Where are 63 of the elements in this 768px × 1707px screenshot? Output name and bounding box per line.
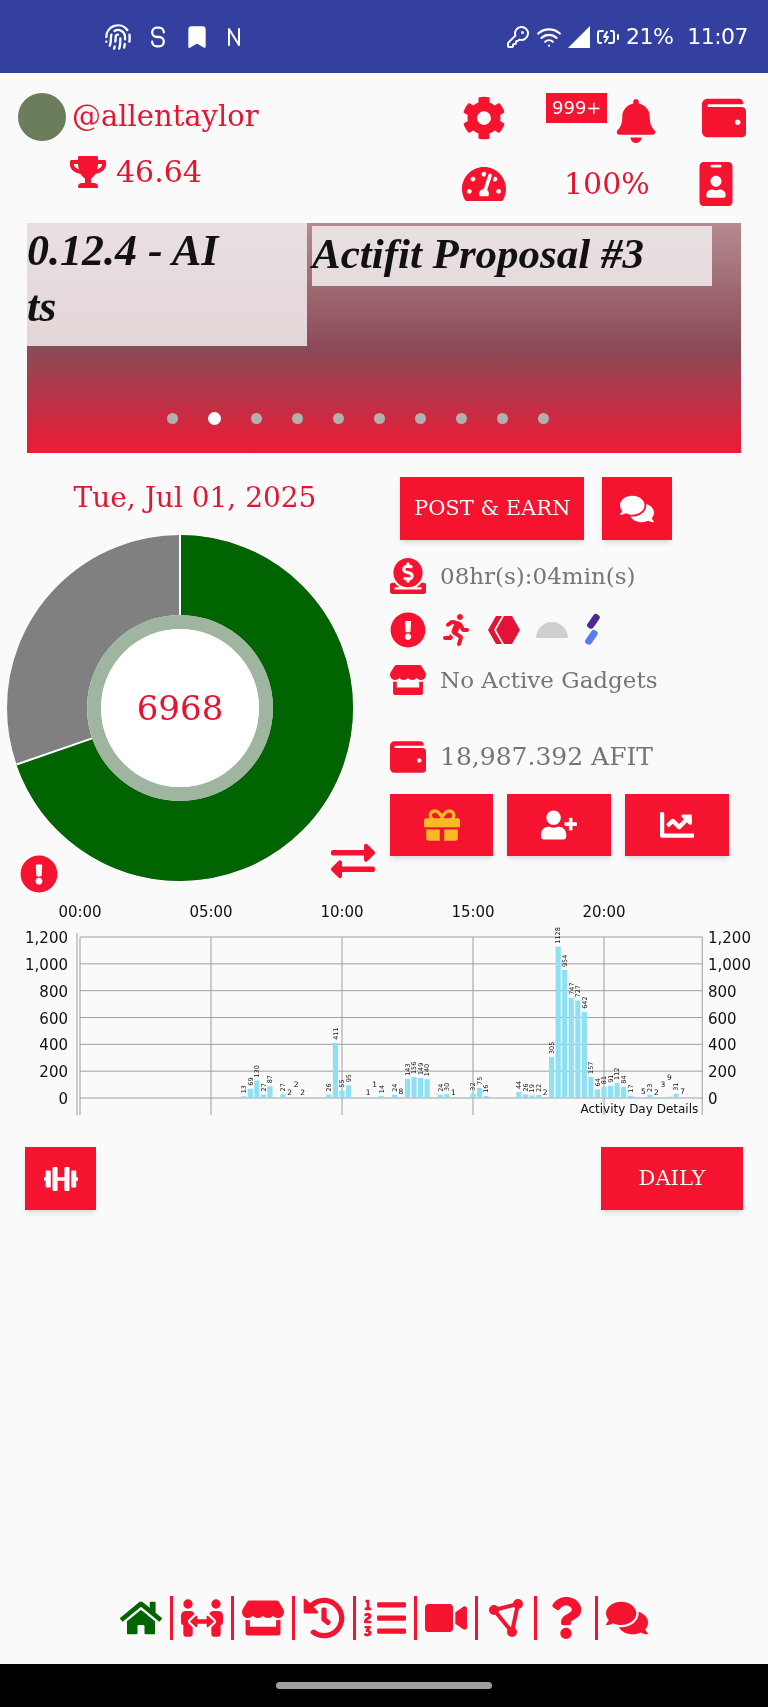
- axis-label: 0: [58, 1090, 68, 1108]
- date-label: Tue, Jul 01, 2025: [73, 480, 317, 516]
- time-label: 10:00: [320, 903, 364, 921]
- store-icon: [390, 662, 426, 698]
- gift-button[interactable]: [390, 793, 493, 856]
- axis-label: 1,200: [25, 929, 68, 947]
- username: @allentaylor: [72, 98, 259, 136]
- fingerprint-icon: [104, 22, 132, 51]
- post-and-earn-button[interactable]: POST & EARN: [400, 477, 585, 540]
- gadgets-status: No Active Gadgets: [440, 665, 658, 695]
- axis-label: 200: [39, 1063, 68, 1082]
- axis-label: 0: [708, 1090, 718, 1108]
- people-exchange-icon: [181, 1597, 223, 1639]
- timer-text: 08hr(s):04min(s): [440, 561, 636, 591]
- balance-text: 18,987.392 AFIT: [440, 741, 654, 773]
- step-count: 6968: [136, 686, 224, 730]
- stacked-bars-icon: [582, 613, 602, 647]
- axis-label: 200: [708, 1063, 737, 1082]
- add-user-button[interactable]: [507, 793, 611, 856]
- key-icon: [506, 24, 531, 49]
- signal-icon: [568, 25, 591, 48]
- axis-label: 400: [708, 1036, 737, 1055]
- workout-button[interactable]: [25, 1147, 96, 1210]
- axis-label: 600: [708, 1009, 737, 1028]
- slide-caption: 0.12.4 - AI ts: [27, 225, 221, 333]
- axis-label: 1,000: [25, 955, 68, 974]
- alert-icon: [390, 612, 426, 648]
- trophy-icon: [70, 153, 106, 190]
- chart-button[interactable]: [625, 793, 729, 856]
- axis-label: 800: [708, 982, 737, 1001]
- settings-icon[interactable]: [462, 96, 506, 140]
- chat-button[interactable]: [602, 477, 673, 540]
- runner-icon: [440, 614, 472, 646]
- notification-bell-icon[interactable]: [614, 99, 658, 143]
- alert-icon[interactable]: [20, 855, 58, 893]
- avatar[interactable]: [18, 93, 66, 141]
- numbered-list-icon: [364, 1597, 406, 1639]
- percent-value: 100%: [564, 165, 651, 203]
- wallet-icon: [390, 738, 426, 775]
- axis-label: 400: [39, 1036, 68, 1055]
- banner-carousel[interactable]: 0.12.4 - AI ts Actifit Proposal #3: [27, 223, 741, 453]
- score: 46.64: [116, 153, 202, 191]
- time-label: 15:00: [451, 903, 495, 921]
- axis-label: 800: [39, 982, 68, 1001]
- slide-caption: Actifit Proposal #3: [312, 229, 646, 279]
- nodes-icon: [486, 1598, 526, 1638]
- time-label: 00:00: [58, 903, 102, 921]
- axis-label: 1,200: [708, 929, 751, 947]
- daily-button[interactable]: DAILY: [601, 1147, 743, 1210]
- battery-percent: 21%: [626, 23, 674, 51]
- time-label: 20:00: [582, 903, 626, 921]
- history-icon: [303, 1597, 345, 1639]
- clock: 11:07: [687, 23, 748, 51]
- axis-label: 1,000: [708, 955, 751, 974]
- chart-caption: Activity Day Details: [580, 1102, 699, 1116]
- helmet-icon: [536, 622, 568, 638]
- gift-icon: [423, 806, 460, 843]
- axis-label: 600: [39, 1009, 68, 1028]
- coin-icon: [390, 558, 426, 594]
- time-label: 05:00: [189, 903, 233, 921]
- notification-count: 999+: [546, 93, 608, 123]
- wallet-icon[interactable]: [702, 96, 746, 140]
- hexagon-logo-icon: [486, 614, 522, 646]
